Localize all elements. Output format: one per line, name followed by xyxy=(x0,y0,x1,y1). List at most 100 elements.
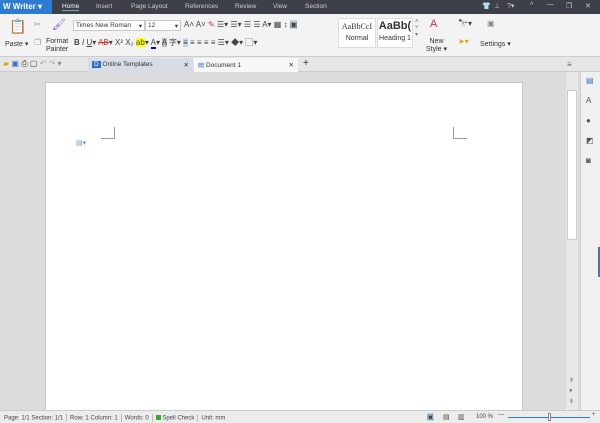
char-shading-icon[interactable]: A xyxy=(161,38,167,47)
close-button[interactable]: ✕ xyxy=(585,2,591,10)
increase-indent-icon[interactable]: ☰ xyxy=(253,20,260,29)
font-name-value: Times New Roman xyxy=(76,22,132,29)
help-icon[interactable]: ?▾ xyxy=(507,2,514,10)
prev-page-button[interactable]: ⇞ xyxy=(569,377,574,384)
paste-icon[interactable]: 📋 xyxy=(9,18,26,35)
styles-scroll-button[interactable]: ˄ ˅ ▾ xyxy=(415,19,419,38)
borders-icon[interactable]: ▢▾ xyxy=(245,38,257,47)
shrink-font-icon[interactable]: A˅ xyxy=(196,20,206,29)
find-icon[interactable]: 🔭▾ xyxy=(458,19,472,28)
format-painter-icon[interactable]: 🖌 xyxy=(52,18,66,31)
select-icon[interactable]: ➤▾ xyxy=(458,37,469,46)
superscript-button[interactable]: X² xyxy=(115,38,123,47)
settings-button[interactable]: Settings ▾ xyxy=(480,40,511,48)
highlight-icon[interactable]: ab xyxy=(135,38,145,47)
zoom-out-button[interactable]: — xyxy=(498,412,504,418)
zoom-level[interactable]: 100 % xyxy=(476,414,493,420)
open-icon[interactable]: ▰ xyxy=(3,59,9,68)
tab-home[interactable]: Home xyxy=(62,3,80,11)
new-style-icon[interactable]: A xyxy=(430,18,437,30)
align-center-button[interactable]: ≡ xyxy=(190,38,195,47)
show-marks-icon[interactable]: ▣ xyxy=(289,20,298,29)
writer-menu-button[interactable]: W Writer ▾ xyxy=(0,0,52,14)
bullets-icon[interactable]: ☰▾ xyxy=(217,20,228,29)
font-size-select[interactable]: 12 ▾ xyxy=(145,20,181,31)
font-color-icon[interactable]: A xyxy=(150,38,156,49)
tab-references[interactable]: References xyxy=(185,3,218,10)
restore-button[interactable]: ❐ xyxy=(566,2,572,10)
save-icon[interactable]: ▣ xyxy=(11,59,19,68)
paste-button[interactable]: Paste ▾ xyxy=(5,40,28,48)
document-page[interactable]: ▤▾ xyxy=(45,82,523,412)
scroll-thumb[interactable] xyxy=(567,90,577,240)
style-normal-preview: AaBbCcI xyxy=(341,22,373,31)
distributed-button[interactable]: ≡ xyxy=(211,38,216,47)
skin-icon[interactable]: 👕 xyxy=(482,2,491,10)
undo-icon[interactable]: ↶ xyxy=(40,59,47,68)
tab-review[interactable]: Review xyxy=(235,3,256,10)
new-tab-button[interactable]: + xyxy=(303,58,309,69)
subscript-button[interactable]: X₂ xyxy=(125,38,133,47)
print-icon[interactable]: ⎙ xyxy=(21,59,27,68)
copy-icon[interactable]: ❐ xyxy=(34,38,41,47)
tab-view[interactable]: View xyxy=(273,3,287,10)
close-tab-icon[interactable]: ✕ xyxy=(184,61,189,69)
minimize-button[interactable]: — xyxy=(547,1,554,8)
sort-icon[interactable]: ↕ xyxy=(284,20,288,29)
zoom-slider-thumb[interactable] xyxy=(547,413,551,421)
redo-icon[interactable]: ↷ xyxy=(49,59,56,68)
vertical-scrollbar[interactable]: ⇞ ● ⇟ xyxy=(566,72,578,410)
change-case-icon[interactable]: A▾ xyxy=(262,20,271,29)
tab-section[interactable]: Section xyxy=(305,3,327,10)
new-document-icon[interactable]: ▤ xyxy=(586,76,594,85)
justify-button[interactable]: ≡ xyxy=(204,38,209,47)
next-page-button[interactable]: ⇟ xyxy=(569,398,574,405)
outline-view-icon[interactable]: ▥ xyxy=(458,413,465,421)
close-tab-icon[interactable]: ✕ xyxy=(289,61,294,69)
collapse-ribbon-icon[interactable]: ^ xyxy=(530,2,533,9)
numbering-icon[interactable]: ☰▾ xyxy=(230,20,241,29)
strikethrough-button[interactable]: AB xyxy=(98,38,109,47)
font-name-select[interactable]: Times New Roman ▾ xyxy=(73,20,145,31)
italic-button[interactable]: I xyxy=(82,38,84,47)
style-normal[interactable]: AaBbCcI Normal xyxy=(338,18,376,48)
table-icon[interactable]: ▦ xyxy=(274,20,282,29)
style-format-icon[interactable]: A xyxy=(586,96,591,105)
status-unit[interactable]: Unit: mm xyxy=(201,416,225,422)
format-painter-button[interactable]: Format Painter xyxy=(46,38,68,54)
bold-button[interactable]: B xyxy=(74,38,80,47)
align-left-button[interactable]: ≡ xyxy=(183,38,188,47)
settings-icon[interactable]: ▣ xyxy=(487,19,495,28)
spell-check-toggle[interactable]: Spell Check xyxy=(162,416,194,422)
backup-icon[interactable]: ◙ xyxy=(586,156,591,165)
cut-icon[interactable]: ✂ xyxy=(34,20,41,29)
zoom-in-button[interactable]: + xyxy=(592,412,596,418)
line-spacing-icon[interactable]: ☰▾ xyxy=(218,38,229,47)
grow-font-icon[interactable]: A˄ xyxy=(184,20,194,29)
shapes-icon[interactable]: ● xyxy=(586,116,591,125)
select-browse-object[interactable]: ● xyxy=(569,388,573,394)
user-icon[interactable]: ⊥ xyxy=(494,2,500,10)
align-right-button[interactable]: ≡ xyxy=(197,38,202,47)
status-section: Section: 1/1 xyxy=(31,415,64,422)
tab-document-1[interactable]: ▤ Document 1 ✕ xyxy=(194,58,298,72)
shading-icon[interactable]: ◆▾ xyxy=(231,38,243,47)
clip-art-icon[interactable]: ◩ xyxy=(586,136,594,145)
decrease-indent-icon[interactable]: ☰ xyxy=(244,20,251,29)
new-style-button[interactable]: New Style ▾ xyxy=(426,38,447,54)
tab-insert[interactable]: Insert xyxy=(96,3,112,10)
tab-page-layout[interactable]: Page Layout xyxy=(131,3,168,10)
status-words[interactable]: Words: 0 xyxy=(125,416,149,422)
style-heading-1[interactable]: AaBb(Heading 1 xyxy=(377,18,413,48)
clear-format-icon[interactable]: ✎ xyxy=(208,20,215,29)
web-view-icon[interactable]: ▤ xyxy=(443,413,450,421)
tab-list-icon[interactable]: ≡ xyxy=(567,60,572,69)
customize-icon[interactable]: ▾ xyxy=(58,59,62,68)
page-view-icon[interactable]: ▣ xyxy=(427,413,434,421)
print-preview-icon[interactable]: ▢ xyxy=(30,59,38,68)
tab-online-templates[interactable]: D Online Templates ✕ xyxy=(88,58,193,72)
paragraph-options-icon[interactable]: ▤▾ xyxy=(76,139,86,147)
underline-button[interactable]: U xyxy=(86,38,92,47)
document-tab-bar: ▰ ▣ ⎙ ▢ ↶ ↷ ▾ D Online Templates ✕ ▤ Docu… xyxy=(0,57,600,72)
phonetic-icon[interactable]: 字 xyxy=(169,38,177,47)
